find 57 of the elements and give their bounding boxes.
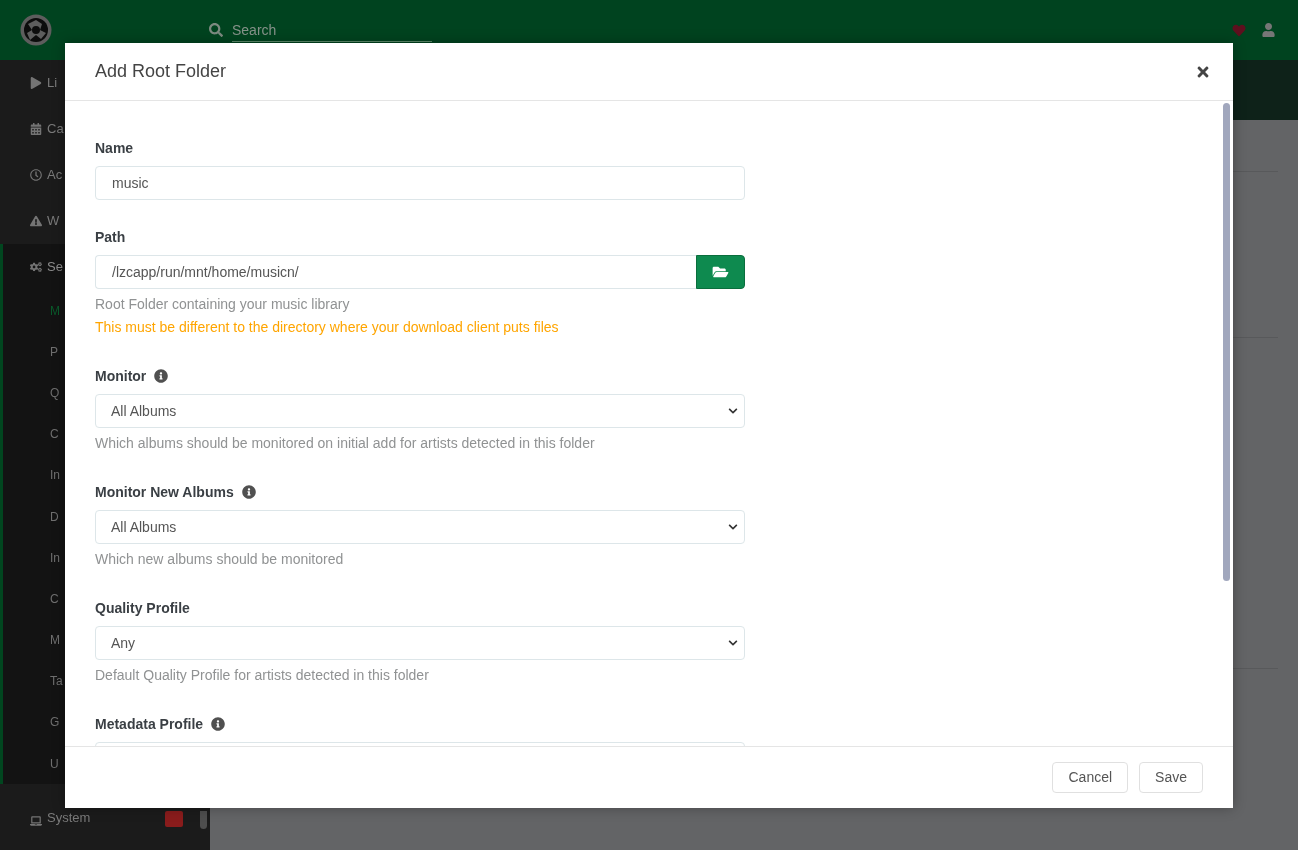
info-icon[interactable] xyxy=(241,485,256,499)
calendar-icon xyxy=(30,123,42,135)
sidebar-subitem[interactable]: U xyxy=(50,754,59,773)
field-label: Monitor xyxy=(95,367,147,386)
sidebar-subitem[interactable]: M xyxy=(50,301,60,320)
sidebar-item[interactable]: Se xyxy=(47,257,63,277)
search-icon xyxy=(209,23,223,37)
sidebar-subitem[interactable]: Q xyxy=(50,383,60,402)
laptop-icon xyxy=(30,815,42,828)
scrollbar-thumb[interactable] xyxy=(1223,103,1230,581)
sidebar-item[interactable]: W xyxy=(47,211,60,231)
modal-title: Add Root Folder xyxy=(95,60,227,83)
sidebar-subitem[interactable]: D xyxy=(50,507,59,526)
select-field[interactable]: Any xyxy=(95,626,745,660)
browse-button[interactable] xyxy=(696,255,745,289)
scrollbar-thumb[interactable] xyxy=(200,811,207,829)
field-label: Metadata Profile xyxy=(95,715,204,734)
sidebar-subitem[interactable]: In xyxy=(50,466,60,485)
save-button[interactable]: Save xyxy=(1139,762,1203,793)
gears-icon xyxy=(30,261,42,273)
user-icon[interactable] xyxy=(1262,23,1275,37)
folder-icon xyxy=(712,265,729,279)
play-icon xyxy=(30,77,42,89)
sidebar-subitem[interactable]: P xyxy=(50,342,58,361)
sidebar-subitem[interactable]: In xyxy=(50,548,60,567)
sidebar-subitem[interactable]: C xyxy=(50,589,59,608)
chevron-down-icon xyxy=(728,522,738,532)
help-text: Which albums should be monitored on initial add for artists detected in this folder xyxy=(95,434,595,453)
help-text: Root Folder containing your music library xyxy=(95,295,350,314)
help-text: Default Quality Profile for artists detected in this folder xyxy=(95,666,429,685)
cancel-button[interactable]: Cancel xyxy=(1052,762,1129,793)
sidebar-item[interactable]: Ac xyxy=(47,165,63,185)
clock-icon xyxy=(30,169,42,181)
sidebar-item[interactable]: System xyxy=(47,807,91,828)
text-input[interactable]: music xyxy=(95,166,745,200)
search-input[interactable]: Search xyxy=(232,18,432,42)
sidebar-subitem[interactable]: Ta xyxy=(50,672,63,691)
sidebar-subitem[interactable]: G xyxy=(50,713,60,732)
chevron-down-icon xyxy=(728,638,738,648)
sidebar-item[interactable]: Li xyxy=(47,73,58,93)
sidebar-subitem[interactable]: M xyxy=(50,631,60,650)
select-field[interactable]: All Albums xyxy=(95,510,745,544)
field-label: Quality Profile xyxy=(95,599,190,618)
select-field[interactable]: All Albums xyxy=(95,394,745,428)
chevron-down-icon xyxy=(728,406,738,416)
field-label: Monitor New Albums xyxy=(95,483,234,502)
warning-text: This must be different to the directory where your download client puts files xyxy=(95,318,559,337)
logo-icon[interactable] xyxy=(20,14,52,46)
field-label: Name xyxy=(95,139,134,158)
warning-icon xyxy=(30,215,42,227)
sidebar-subitem[interactable]: C xyxy=(50,425,59,444)
path-input[interactable]: /lzcapp/run/mnt/home/musicn/ xyxy=(95,255,696,289)
field-label: Path xyxy=(95,228,126,247)
sidebar-item[interactable]: Ca xyxy=(47,119,64,139)
info-icon[interactable] xyxy=(211,717,226,731)
help-text: Which new albums should be monitored xyxy=(95,550,344,569)
info-icon[interactable] xyxy=(154,369,169,383)
